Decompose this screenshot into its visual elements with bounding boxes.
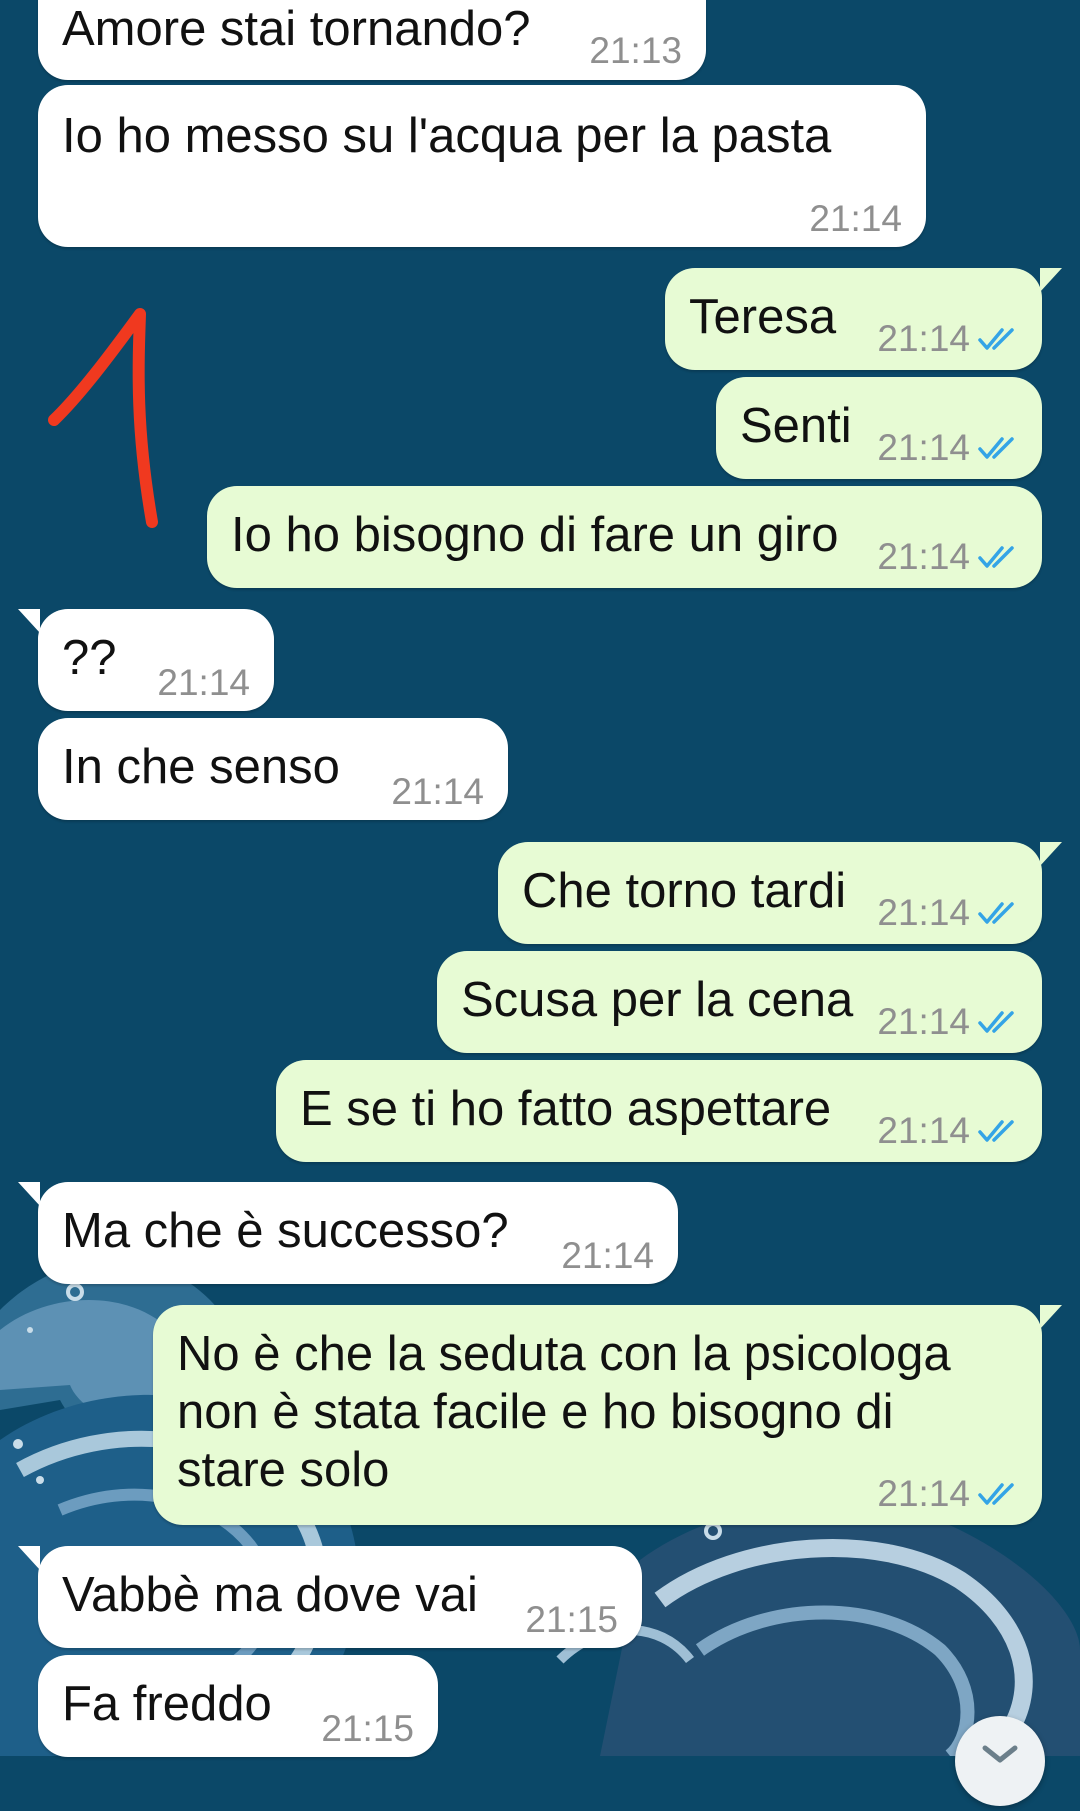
message-timestamp: 21:15 bbox=[321, 1708, 414, 1749]
double-check-icon bbox=[978, 1483, 1014, 1505]
outgoing-message[interactable]: Scusa per la cena 21:14 bbox=[437, 951, 1042, 1053]
incoming-message[interactable]: Fa freddo 21:15 bbox=[38, 1655, 438, 1757]
message-timestamp: 21:15 bbox=[525, 1599, 618, 1640]
message-timestamp: 21:14 bbox=[391, 771, 484, 812]
incoming-message[interactable]: Vabbè ma dove vai 21:15 bbox=[38, 1546, 642, 1648]
message-text: Senti bbox=[740, 399, 852, 453]
outgoing-message[interactable]: Senti 21:14 bbox=[716, 377, 1042, 479]
message-timestamp: 21:13 bbox=[589, 30, 682, 71]
bubble-tail bbox=[1040, 842, 1062, 866]
incoming-message[interactable]: ?? 21:14 bbox=[38, 609, 274, 711]
bubble-tail bbox=[1040, 268, 1062, 292]
outgoing-message[interactable]: E se ti ho fatto aspettare 21:14 bbox=[276, 1060, 1042, 1162]
incoming-message[interactable]: Ma che è successo? 21:14 bbox=[38, 1182, 678, 1284]
bubble-tail bbox=[18, 1182, 40, 1206]
message-meta: 21:14 bbox=[157, 654, 250, 712]
message-meta: 21:14 bbox=[877, 528, 1020, 586]
bubble-tail bbox=[1040, 1305, 1062, 1329]
message-timestamp: 21:14 bbox=[877, 1473, 970, 1514]
message-timestamp: 21:14 bbox=[877, 536, 970, 577]
message-text: Ma che è successo? bbox=[62, 1204, 509, 1258]
chat-message-list[interactable]: Amore stai tornando? 21:13 Io ho messo s… bbox=[0, 0, 1080, 1757]
outgoing-message[interactable]: Teresa 21:14 bbox=[665, 268, 1042, 370]
message-meta: 21:15 bbox=[525, 1591, 618, 1649]
message-meta: 21:14 bbox=[877, 993, 1020, 1051]
message-meta: 21:14 bbox=[877, 419, 1020, 477]
scroll-to-bottom-button[interactable] bbox=[955, 1716, 1045, 1806]
incoming-message[interactable]: In che senso 21:14 bbox=[38, 718, 508, 820]
message-timestamp: 21:14 bbox=[877, 1110, 970, 1151]
message-timestamp: 21:14 bbox=[809, 198, 902, 239]
message-text: Vabbè ma dove vai bbox=[62, 1568, 478, 1622]
incoming-message[interactable]: Amore stai tornando? 21:13 bbox=[38, 0, 706, 80]
message-meta: 21:14 bbox=[561, 1227, 654, 1285]
double-check-icon bbox=[978, 1120, 1014, 1142]
double-check-icon bbox=[978, 1011, 1014, 1033]
message-text: ?? bbox=[62, 631, 117, 685]
double-check-icon bbox=[978, 437, 1014, 459]
message-text: Che torno tardi bbox=[522, 864, 847, 918]
message-text: Amore stai tornando? bbox=[62, 2, 531, 56]
outgoing-message[interactable]: No è che la seduta con la psicologa non … bbox=[153, 1305, 1042, 1525]
message-meta: 21:14 bbox=[877, 310, 1020, 368]
message-meta: 21:14 bbox=[877, 884, 1020, 942]
message-text: Scusa per la cena bbox=[461, 973, 854, 1027]
outgoing-message[interactable]: Io ho bisogno di fare un giro 21:14 bbox=[207, 486, 1042, 588]
message-timestamp: 21:14 bbox=[157, 662, 250, 703]
double-check-icon bbox=[978, 546, 1014, 568]
incoming-message[interactable]: Io ho messo su l'acqua per la pasta 21:1… bbox=[38, 85, 926, 247]
double-check-icon bbox=[978, 328, 1014, 350]
bubble-tail bbox=[18, 1546, 40, 1570]
annotation-number-one: 1 bbox=[48, 308, 158, 528]
message-timestamp: 21:14 bbox=[561, 1235, 654, 1276]
message-timestamp: 21:14 bbox=[877, 318, 970, 359]
message-meta: 21:13 bbox=[589, 22, 682, 80]
chevron-down-icon bbox=[982, 1745, 1018, 1763]
message-text: No è che la seduta con la psicologa non … bbox=[177, 1327, 951, 1497]
message-text: E se ti ho fatto aspettare bbox=[300, 1082, 832, 1136]
message-text: In che senso bbox=[62, 740, 340, 794]
message-meta: 21:15 bbox=[321, 1700, 414, 1758]
double-check-icon bbox=[978, 902, 1014, 924]
message-timestamp: 21:14 bbox=[877, 892, 970, 933]
message-timestamp: 21:14 bbox=[877, 1001, 970, 1042]
message-text: Io ho bisogno di fare un giro bbox=[231, 508, 839, 562]
message-timestamp: 21:14 bbox=[877, 427, 970, 468]
message-meta: 21:14 bbox=[877, 1102, 1020, 1160]
message-meta: 21:14 bbox=[391, 763, 484, 821]
message-meta: 21:14 bbox=[877, 1465, 1020, 1523]
message-text: Teresa bbox=[689, 290, 837, 344]
outgoing-message[interactable]: Che torno tardi 21:14 bbox=[498, 842, 1042, 944]
message-text: Fa freddo bbox=[62, 1677, 272, 1731]
message-meta: 21:14 bbox=[809, 190, 902, 248]
bubble-tail bbox=[18, 609, 40, 633]
message-text: Io ho messo su l'acqua per la pasta bbox=[62, 109, 832, 163]
